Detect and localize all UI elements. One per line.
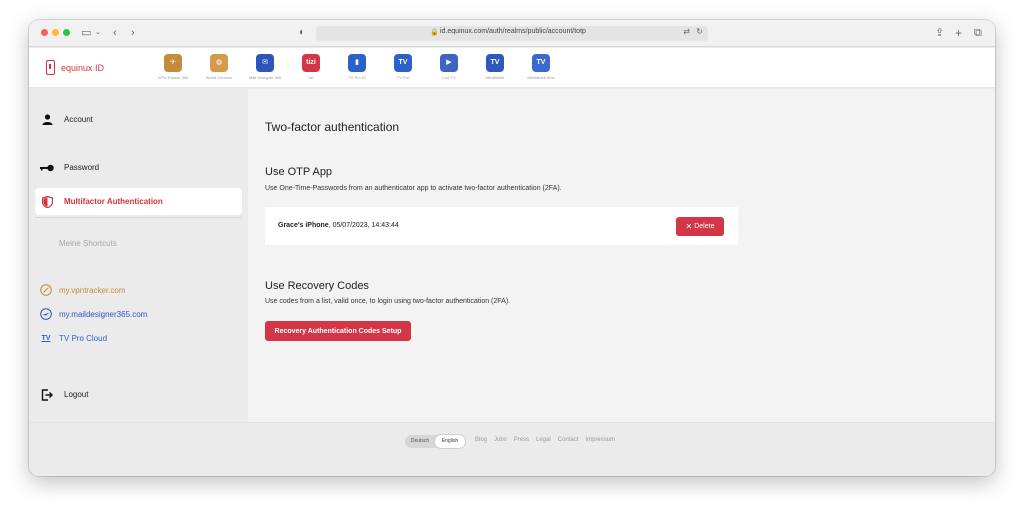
app-icon: ◍	[210, 54, 228, 72]
app-shortcut[interactable]: TV Mediathek Kids	[521, 54, 561, 80]
app-icon: TV	[394, 54, 412, 72]
sidebar-item-label: Password	[64, 163, 100, 172]
sidebar-item-label: Multifactor Authentication	[64, 197, 163, 206]
sidebar-item-multifactor[interactable]: Multifactor Authentication	[35, 188, 242, 215]
otp-device-card: Grace's iPhone, 05/07/2023, 14:43:44 ✕ D…	[265, 207, 738, 245]
footer-link[interactable]: Jobs	[494, 437, 507, 443]
minimize-window-button[interactable]	[52, 29, 59, 36]
sidebar-toggle-icon[interactable]: ▭	[81, 25, 91, 41]
app-icon: ▮	[348, 54, 366, 72]
shortcut-maildesigner[interactable]: my.maildesigner365.com	[40, 306, 147, 322]
equinux-id-icon	[46, 60, 55, 75]
recovery-heading: Use Recovery Codes	[265, 280, 369, 292]
app-shortcut[interactable]: TV Mediathek	[475, 54, 515, 80]
shield-icon	[40, 195, 54, 209]
footer: Deutsch English Blog Jobs Press Legal Contac…	[29, 422, 995, 476]
sidebar-item-label: Logout	[64, 390, 89, 399]
app-icon: ▶	[440, 54, 458, 72]
app-icon: TV	[532, 54, 550, 72]
sidebar-item-logout[interactable]: Logout	[35, 381, 242, 408]
browser-window: ▭ ⌄ ‹ › ◐ 🔒 id.equinux.com/auth/realms/p…	[29, 20, 995, 476]
reload-icon[interactable]: ↻	[696, 27, 703, 36]
main-content: Two-factor authentication Use OTP App Us…	[248, 89, 995, 422]
shortcut-tv-pro-cloud[interactable]: TV TV Pro Cloud	[40, 330, 108, 346]
privacy-shield-icon[interactable]: ◐	[299, 25, 305, 41]
otp-heading: Use OTP App	[265, 166, 333, 178]
sidebar-item-account[interactable]: Account	[35, 106, 242, 133]
mail-designer-icon	[40, 308, 52, 320]
app-label: Mail Designer 365	[248, 75, 282, 80]
zoom-window-button[interactable]	[63, 29, 70, 36]
app-label: tizi	[308, 75, 314, 80]
address-bar[interactable]: 🔒 id.equinux.com/auth/realms/public/acco…	[316, 26, 708, 41]
app-label: Mediathek Kids	[527, 75, 555, 80]
app-icon: TV	[486, 54, 504, 72]
app-label: Live TV	[442, 75, 456, 80]
delete-button-label: Delete	[694, 223, 715, 230]
sidebar-item-password[interactable]: Password	[35, 154, 242, 181]
close-icon: ✕	[685, 222, 693, 231]
recovery-description: Use codes from a list, valid once, to lo…	[265, 298, 511, 305]
forward-icon[interactable]: ›	[131, 25, 135, 41]
tab-overview-icon[interactable]: ⧉	[974, 25, 982, 41]
app-label: World Connect	[205, 75, 233, 80]
sidebar: Account Password Multifactor Authenticat…	[29, 89, 248, 422]
app-icon: ✉	[256, 54, 274, 72]
user-icon	[40, 113, 54, 127]
footer-link[interactable]: Impressum	[585, 437, 615, 443]
app-icon: tizi	[302, 54, 320, 72]
shortcut-label: my.vpntracker.com	[59, 285, 126, 295]
close-window-button[interactable]	[41, 29, 48, 36]
footer-link[interactable]: Blog	[475, 437, 487, 443]
lock-icon: 🔒	[430, 29, 439, 36]
otp-device-info: Grace's iPhone, 05/07/2023, 14:43:44	[278, 222, 399, 229]
sidebar-item-label: Account	[64, 115, 93, 124]
app-shortcut[interactable]: ▮ TV Pro iO	[337, 54, 377, 80]
shortcuts-title: Meine Shortcuts	[59, 239, 117, 248]
new-tab-icon[interactable]: +	[955, 25, 962, 41]
footer-link[interactable]: Legal	[536, 437, 551, 443]
share-icon[interactable]: ⇪	[935, 25, 944, 41]
back-icon[interactable]: ‹	[113, 25, 117, 41]
footer-link[interactable]: Press	[514, 437, 529, 443]
app-shortcut[interactable]: ▶ Live TV	[429, 54, 469, 80]
footer-link[interactable]: Contact	[558, 437, 579, 443]
chevron-down-icon[interactable]: ⌄	[95, 25, 101, 41]
shortcut-vpntracker[interactable]: my.vpntracker.com	[40, 282, 126, 298]
logout-icon	[40, 388, 54, 402]
language-toggle[interactable]: Deutsch English	[405, 435, 465, 448]
app-label: Mediathek	[485, 75, 505, 80]
app-shortcut[interactable]: ✉ Mail Designer 365	[245, 54, 285, 80]
footer-links: Blog Jobs Press Legal Contact Impressum	[475, 437, 622, 443]
otp-device-date: , 05/07/2023, 14:43:44	[328, 222, 399, 229]
app-label: TV Pro	[396, 75, 410, 80]
brand-logo[interactable]: equinux ID	[46, 60, 104, 75]
app-shortcut[interactable]: ✈ VPN Tracker 365	[153, 54, 193, 80]
delete-button[interactable]: ✕ Delete	[676, 217, 724, 236]
app-shortcut[interactable]: tizi tizi	[291, 54, 331, 80]
otp-description: Use One-Time-Passwords from an authentic…	[265, 185, 562, 192]
language-option-english[interactable]: English	[435, 435, 465, 448]
tv-pro-icon: TV	[41, 334, 51, 342]
page-title: Two-factor authentication	[265, 120, 400, 134]
shortcut-label: my.maildesigner365.com	[59, 309, 148, 319]
key-icon	[40, 161, 54, 175]
app-shortcut[interactable]: ◍ World Connect	[199, 54, 239, 80]
translate-icon[interactable]: ⇄	[683, 27, 690, 36]
sidebar-divider	[35, 217, 242, 218]
brand-name: equinux ID	[61, 62, 105, 73]
app-icon: ✈	[164, 54, 182, 72]
app-label: TV Pro iO	[348, 75, 366, 80]
language-option-deutsch[interactable]: Deutsch	[405, 435, 435, 448]
address-bar-url: id.equinux.com/auth/realms/public/accoun…	[440, 28, 586, 35]
browser-titlebar: ▭ ⌄ ‹ › ◐ 🔒 id.equinux.com/auth/realms/p…	[29, 20, 995, 47]
app-label: VPN Tracker 365	[157, 75, 189, 80]
shortcut-label: TV Pro Cloud	[59, 333, 108, 343]
app-bar: equinux ID ✈ VPN Tracker 365 ◍ World Connec…	[29, 48, 995, 88]
otp-device-name: Grace's iPhone	[278, 222, 329, 229]
app-shortcut[interactable]: TV TV Pro	[383, 54, 423, 80]
vpn-tracker-icon	[40, 284, 52, 296]
recovery-codes-setup-button[interactable]: Recovery Authentication Codes Setup	[265, 321, 411, 341]
